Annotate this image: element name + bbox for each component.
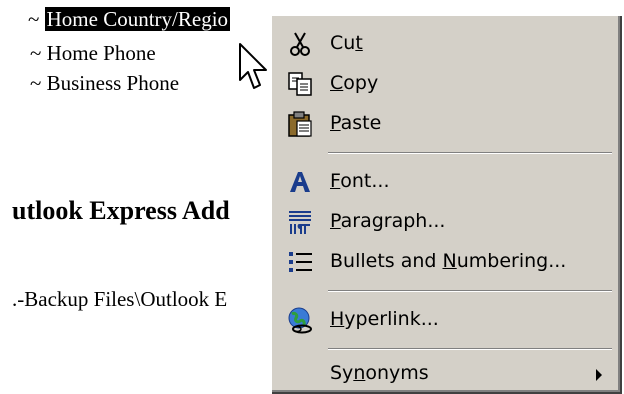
backup-path-text[interactable]: .-Backup Files\Outlook E [12,287,227,312]
menu-label-copy: Copy [330,72,379,94]
hyperlink-icon [288,307,312,334]
menu-item-paste[interactable]: Paste [272,104,616,144]
copy-icon [288,72,312,96]
menu-label-paragraph: Paragraph... [330,210,446,232]
menu-item-paragraph[interactable]: Paragraph... [272,202,616,242]
context-menu: Cut Copy Paste Font... Paragraph... Bull… [270,14,620,392]
menu-separator [328,290,612,292]
menu-label-hyperlink: Hyperlink... [330,308,439,330]
menu-separator [328,348,612,350]
menu-label-bullets-numbering: Bullets and Numbering... [330,250,567,272]
selected-text-line[interactable]: ~ Home Country/Regio [28,6,231,32]
submenu-arrow-icon [596,369,602,381]
home-phone-line[interactable]: ~ Home Phone [30,40,156,66]
menu-separator [328,152,612,154]
font-icon [290,172,310,192]
menu-label-cut: Cut [330,32,363,54]
menu-item-copy[interactable]: Copy [272,64,616,104]
menu-label-synonyms: Synonyms [330,362,429,384]
menu-item-synonyms[interactable]: Synonyms [272,354,616,394]
menu-item-cut[interactable]: Cut [272,24,616,64]
scissors-icon [290,32,310,56]
menu-item-hyperlink[interactable]: Hyperlink... [272,300,616,340]
menu-label-paste: Paste [330,112,382,134]
paragraph-icon [289,211,311,234]
text-selection[interactable]: Home Country/Regio [44,7,231,31]
line-prefix: ~ [28,7,45,31]
paste-icon [288,111,312,137]
section-heading[interactable]: utlook Express Add [12,196,230,226]
menu-item-font[interactable]: Font... [272,162,616,202]
bullets-icon [289,252,312,272]
business-phone-line[interactable]: ~ Business Phone [30,70,179,96]
menu-item-bullets-numbering[interactable]: Bullets and Numbering... [272,242,616,282]
menu-label-font: Font... [330,170,390,192]
